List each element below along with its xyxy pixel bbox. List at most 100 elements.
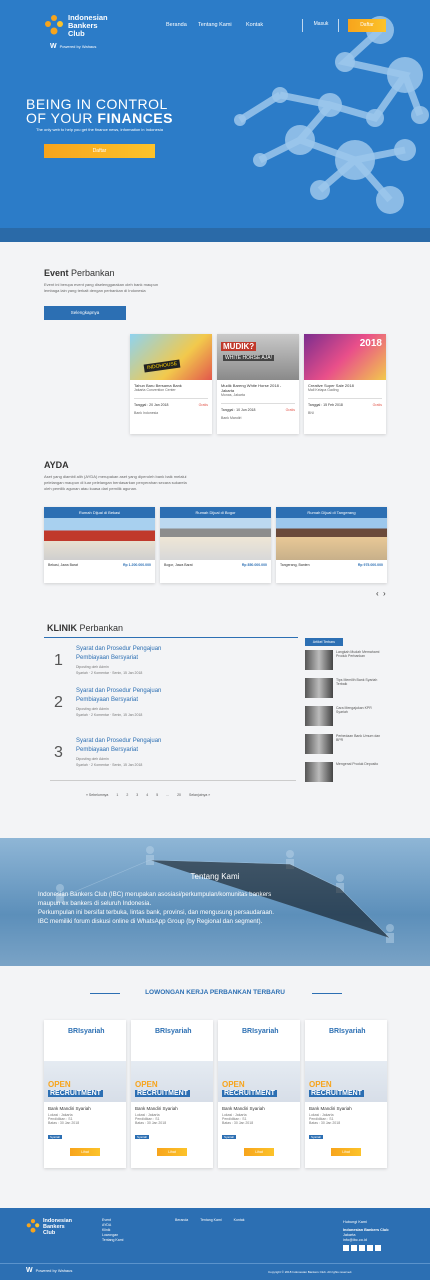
job-card-body: Bank Mandiri Syariah Lokasi : Jakarta Pe…	[44, 1102, 126, 1160]
job-view-button[interactable]: Lihat	[157, 1148, 187, 1156]
linkedin-icon[interactable]	[375, 1245, 381, 1251]
ayda-next-arrow-icon[interactable]: ›	[383, 589, 386, 598]
job-open-label: OPEN	[309, 1080, 332, 1089]
ayda-card[interactable]: Rumah Dijual di Tangerang Tangerang, Ban…	[276, 507, 387, 583]
side-article[interactable]: Mengenal Produk Deposito	[305, 762, 385, 784]
side-article[interactable]: Tips Memilih Bank Syariah Terbaik	[305, 678, 385, 700]
event-meta: Monas, Jakarta	[221, 393, 245, 397]
powered-by: W Powered by Wahaus	[50, 43, 96, 50]
footer-contact: Hubungi Kami Indonesian Bankers Club Jak…	[343, 1220, 389, 1251]
about-line-2: maupun ex bankers di seluruh Indonesia.	[38, 900, 152, 907]
klinik-item-meta: Diposting oleh Admin	[76, 707, 109, 711]
nav-beranda[interactable]: Beranda	[166, 22, 187, 28]
side-article[interactable]: Perbedaan Bank Umum dan BPR	[305, 734, 385, 756]
footer-link[interactable]: Kontak	[234, 1218, 245, 1222]
ayda-prev-arrow-icon[interactable]: ‹	[376, 589, 379, 598]
twitter-icon[interactable]	[351, 1245, 357, 1251]
brand-logo[interactable]: Indonesian Bankers Club	[44, 14, 108, 38]
event-date: Tanggal : 15 Feb 2018	[308, 402, 343, 407]
klinik-item[interactable]: 1 Syarat dan Prosedur Pengajuan Pembiaya…	[54, 646, 294, 682]
event-card[interactable]: 2018 Creative Super Sale 2018 Mall Kelap…	[304, 334, 386, 434]
event-card-body: Tahun Baru Bersama Bank Jakarta Conventi…	[130, 380, 212, 419]
youtube-icon[interactable]	[367, 1245, 373, 1251]
side-article-title[interactable]: Perbedaan Bank Umum dan BPR	[336, 734, 384, 756]
footer-link[interactable]: Tentang Kami	[102, 1238, 123, 1243]
nav-divider	[302, 19, 303, 32]
pagination-page[interactable]: 2	[126, 793, 128, 797]
footer-divider	[0, 1263, 430, 1264]
job-card[interactable]: BRIsyariah OPEN RECRUITMENT Bank Mandiri…	[44, 1020, 126, 1168]
footer: Indonesian Bankers Club Event AYDA Klinik …	[0, 1208, 430, 1280]
pagination-page[interactable]: 20	[177, 793, 181, 797]
ayda-card-info: Bogor, Jawa Barat Rp 850.000.000	[160, 560, 271, 570]
event-title: Mudik Bareng White Horse 2018 - Jakarta	[221, 383, 282, 393]
event-card[interactable]: MUDIK? WHITE HORSE AJA! Mudik Bareng Whi…	[217, 334, 299, 434]
side-article-title[interactable]: Mengenal Produk Deposito	[336, 762, 384, 784]
klinik-underline	[44, 637, 298, 638]
klinik-item-title-2[interactable]: Pembiayaan Bersyariat	[76, 747, 138, 753]
login-button[interactable]: Masuk	[306, 19, 336, 32]
side-article[interactable]: Cara Mengajukan KPR Syariah	[305, 706, 385, 728]
job-view-button[interactable]: Lihat	[70, 1148, 100, 1156]
nav-kontak[interactable]: Kontak	[246, 22, 263, 28]
side-article-title[interactable]: Langkah Mudah Memahami Produk Perbankan	[336, 650, 384, 672]
footer-brand-3: Club	[43, 1230, 56, 1236]
side-article-title[interactable]: Tips Memilih Bank Syariah Terbaik	[336, 678, 384, 700]
job-card[interactable]: BRIsyariah OPEN RECRUITMENT Bank Mandiri…	[131, 1020, 213, 1168]
klinik-item-info: Syariah · 2 Komentar · Senin, 15 Jan 201…	[76, 671, 143, 675]
job-view-button[interactable]: Lihat	[244, 1148, 274, 1156]
powered-text: Powered by Wahaus	[59, 44, 97, 49]
klinik-item-meta: Diposting oleh Admin	[76, 665, 109, 669]
pagination-prev[interactable]: « Sebelumnya	[86, 793, 108, 797]
job-card[interactable]: BRIsyariah OPEN RECRUITMENT Bank Mandiri…	[218, 1020, 300, 1168]
footer-powered-text: Powered by Wahaus	[35, 1268, 73, 1273]
klinik-item[interactable]: 3 Syarat dan Prosedur Pengajuan Pembiaya…	[54, 738, 294, 774]
job-tag: Syariah	[135, 1135, 150, 1139]
about-body: Indonesian Bankers Club (IBC) merupakan …	[38, 890, 274, 926]
pagination-page[interactable]: 5	[156, 793, 158, 797]
event-meta: Mall Kelapa Gading	[308, 388, 339, 392]
klinik-item-info: Syariah · 2 Komentar · Senin, 15 Jan 201…	[76, 713, 143, 717]
pagination-page[interactable]: 1	[116, 793, 118, 797]
footer-link[interactable]: Tentang Kami	[200, 1218, 221, 1222]
klinik-item[interactable]: 2 Syarat dan Prosedur Pengajuan Pembiaya…	[54, 688, 294, 724]
ibc-logo-icon	[26, 1219, 40, 1233]
hero-cta-button[interactable]: Daftar	[44, 144, 155, 158]
nav-tentang-kami[interactable]: Tentang Kami	[198, 22, 232, 28]
poster-label: 2018	[359, 338, 382, 349]
klinik-item-title-2[interactable]: Pembiayaan Bersyariat	[76, 655, 138, 661]
register-button[interactable]: Daftar	[348, 19, 386, 32]
job-poster: BRIsyariah OPEN RECRUITMENT	[44, 1020, 126, 1102]
job-card[interactable]: BRIsyariah OPEN RECRUITMENT Bank Mandiri…	[305, 1020, 387, 1168]
pagination-next[interactable]: Selanjutnya »	[189, 793, 210, 797]
footer-logo[interactable]: Indonesian Bankers Club	[26, 1218, 72, 1236]
pagination-page[interactable]: 3	[136, 793, 138, 797]
facebook-icon[interactable]	[343, 1245, 349, 1251]
klinik-item-number: 3	[54, 744, 63, 761]
side-article[interactable]: Langkah Mudah Memahami Produk Perbankan	[305, 650, 385, 672]
event-status: Gratis	[372, 402, 382, 407]
klinik-item-title-1[interactable]: Syarat dan Prosedur Pengajuan	[76, 688, 161, 694]
klinik-item-meta: Diposting oleh Admin	[76, 757, 109, 761]
klinik-item-title-1[interactable]: Syarat dan Prosedur Pengajuan	[76, 738, 161, 744]
klinik-item-title-2[interactable]: Pembiayaan Bersyariat	[76, 697, 138, 703]
pagination-page[interactable]: 4	[146, 793, 148, 797]
job-bank: Bank Mandiri Syariah	[309, 1106, 352, 1111]
event-date: Tanggal : 20 Jan 2018	[134, 402, 169, 407]
ayda-card[interactable]: Rumah Dijual di Bekasi Bekasi, Jawa Bara…	[44, 507, 155, 583]
event-divider	[221, 402, 295, 404]
events-more-button[interactable]: Selengkapnya	[44, 306, 126, 320]
ayda-card[interactable]: Rumah Dijual di Bogor Bogor, Jawa Barat R…	[160, 507, 271, 583]
job-view-button[interactable]: Lihat	[331, 1148, 361, 1156]
footer-link[interactable]: Beranda	[175, 1218, 188, 1222]
klinik-side-tab[interactable]: Artikel Terbaru	[305, 638, 343, 646]
ibc-logo-icon	[45, 15, 63, 35]
klinik-title-rest: Perbankan	[77, 623, 124, 633]
klinik-item-number: 2	[54, 694, 63, 711]
footer-col-1: Event AYDA Klinik Lowongan Tentang Kami	[102, 1218, 123, 1243]
instagram-icon[interactable]	[359, 1245, 365, 1251]
ayda-card-title: Rumah Dijual di Tangerang	[276, 507, 387, 518]
klinik-item-title-1[interactable]: Syarat dan Prosedur Pengajuan	[76, 646, 161, 652]
side-article-title[interactable]: Cara Mengajukan KPR Syariah	[336, 706, 384, 728]
event-card[interactable]: INDOHOUSE Tahun Baru Bersama Bank Jakart…	[130, 334, 212, 434]
